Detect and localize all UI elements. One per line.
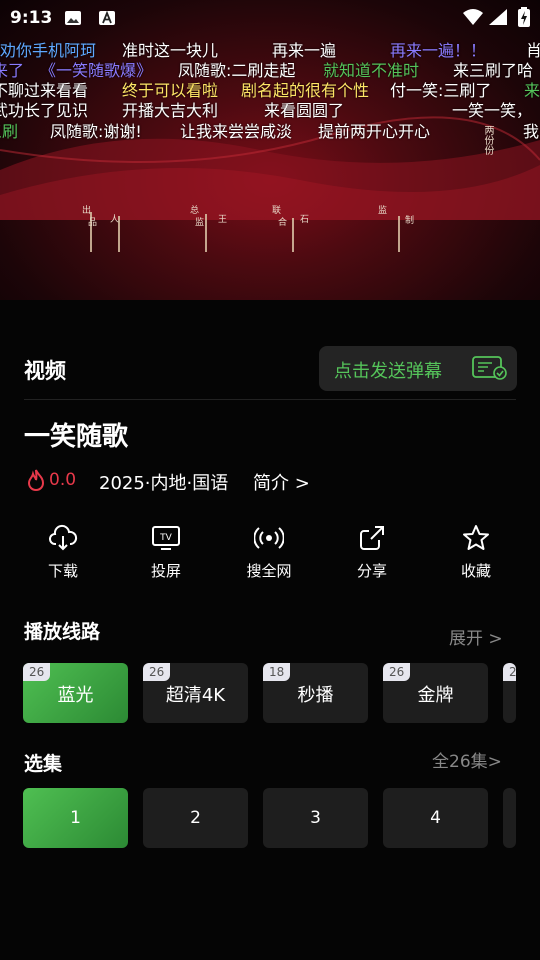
episode-button[interactable]: 3 <box>263 788 368 848</box>
danmaku-item: 我 <box>523 122 540 141</box>
episode-button[interactable] <box>503 788 516 848</box>
route-label: 蓝光 <box>57 685 94 706</box>
intro-link[interactable]: 简介 > <box>253 469 310 495</box>
video-player[interactable]: 出 品 人 总 监 王 联 合 石 监 制 两份份 劝你手机阿珂 准时这一块儿 … <box>0 0 540 300</box>
route-option[interactable]: 26 超清4K <box>143 663 248 723</box>
search-web-button[interactable]: 搜全网 <box>229 524 309 581</box>
danmaku-item: 一笑一笑， <box>452 101 533 120</box>
route-count-badge: 26 <box>23 663 51 681</box>
route-option[interactable]: 26 蓝光 <box>23 663 128 723</box>
route-count-badge: 18 <box>263 663 291 681</box>
status-bar: 9:13 <box>0 0 540 36</box>
route-option[interactable]: 26 金牌 <box>383 663 488 723</box>
tv-cast-icon: TV <box>151 526 181 556</box>
cast-label: 投屏 <box>150 562 181 580</box>
cast-button[interactable]: TV 投屏 <box>126 524 206 581</box>
status-time: 9:13 <box>10 8 53 28</box>
episode-button[interactable]: 2 <box>143 788 248 848</box>
wifi-icon <box>462 8 484 30</box>
rating-score: 0.0 <box>49 470 77 490</box>
episode-number: 3 <box>310 808 321 828</box>
route-count-badge: 26 <box>143 663 171 681</box>
danmaku-item: 让我来尝尝咸淡 <box>180 122 293 141</box>
route-count-badge: 2 <box>503 663 516 681</box>
episode-button[interactable]: 1 <box>23 788 128 848</box>
divider <box>24 399 516 400</box>
send-danmaku-button[interactable]: 点击发送弹幕 <box>319 346 517 391</box>
statue-figures <box>90 212 400 252</box>
gallery-icon <box>64 10 82 30</box>
video-section-title: 视频 <box>24 359 66 383</box>
download-button[interactable]: 下载 <box>23 524 103 581</box>
share-button[interactable]: 分享 <box>332 524 412 581</box>
route-count-badge: 26 <box>383 663 411 681</box>
favorite-label: 收藏 <box>460 562 491 580</box>
route-label: 超清4K <box>165 685 226 706</box>
broadcast-search-icon <box>253 527 285 556</box>
episodes-title: 选集 <box>24 753 63 775</box>
text-a-icon <box>98 10 116 30</box>
search-web-label: 搜全网 <box>246 562 292 580</box>
route-option[interactable]: 2 <box>503 663 516 723</box>
episode-number: 4 <box>430 808 441 828</box>
routes-title: 播放线路 <box>24 621 101 643</box>
route-label: 秒播 <box>297 685 334 706</box>
danmaku-settings-icon[interactable] <box>472 356 508 384</box>
share-label: 分享 <box>356 562 387 580</box>
share-icon <box>357 526 387 556</box>
danmaku-item: 三刷 <box>0 122 19 141</box>
cellular-signal-icon <box>488 8 508 30</box>
episode-button[interactable]: 4 <box>383 788 488 848</box>
route-option[interactable]: 18 秒播 <box>263 663 368 723</box>
show-meta: 2025·内地·国语 <box>99 473 229 494</box>
star-icon <box>461 525 491 556</box>
download-label: 下载 <box>47 562 78 580</box>
route-label: 金牌 <box>417 685 454 706</box>
show-title: 一笑随歌 <box>24 422 129 452</box>
episode-number: 2 <box>190 808 201 828</box>
danmaku-item: 提前两开心开心 <box>318 122 431 141</box>
send-danmaku-label: 点击发送弹幕 <box>334 361 442 382</box>
routes-expand-link[interactable]: 展开 > <box>449 624 503 649</box>
all-episodes-link[interactable]: 全26集> <box>432 747 502 772</box>
fire-icon <box>26 469 46 495</box>
svg-text:TV: TV <box>159 533 172 543</box>
download-cloud-icon <box>48 524 78 556</box>
episode-number: 1 <box>70 808 81 828</box>
battery-charging-icon <box>518 7 530 31</box>
favorite-button[interactable]: 收藏 <box>436 524 516 581</box>
danmaku-item: 凤随歌:谢谢! <box>50 122 142 141</box>
